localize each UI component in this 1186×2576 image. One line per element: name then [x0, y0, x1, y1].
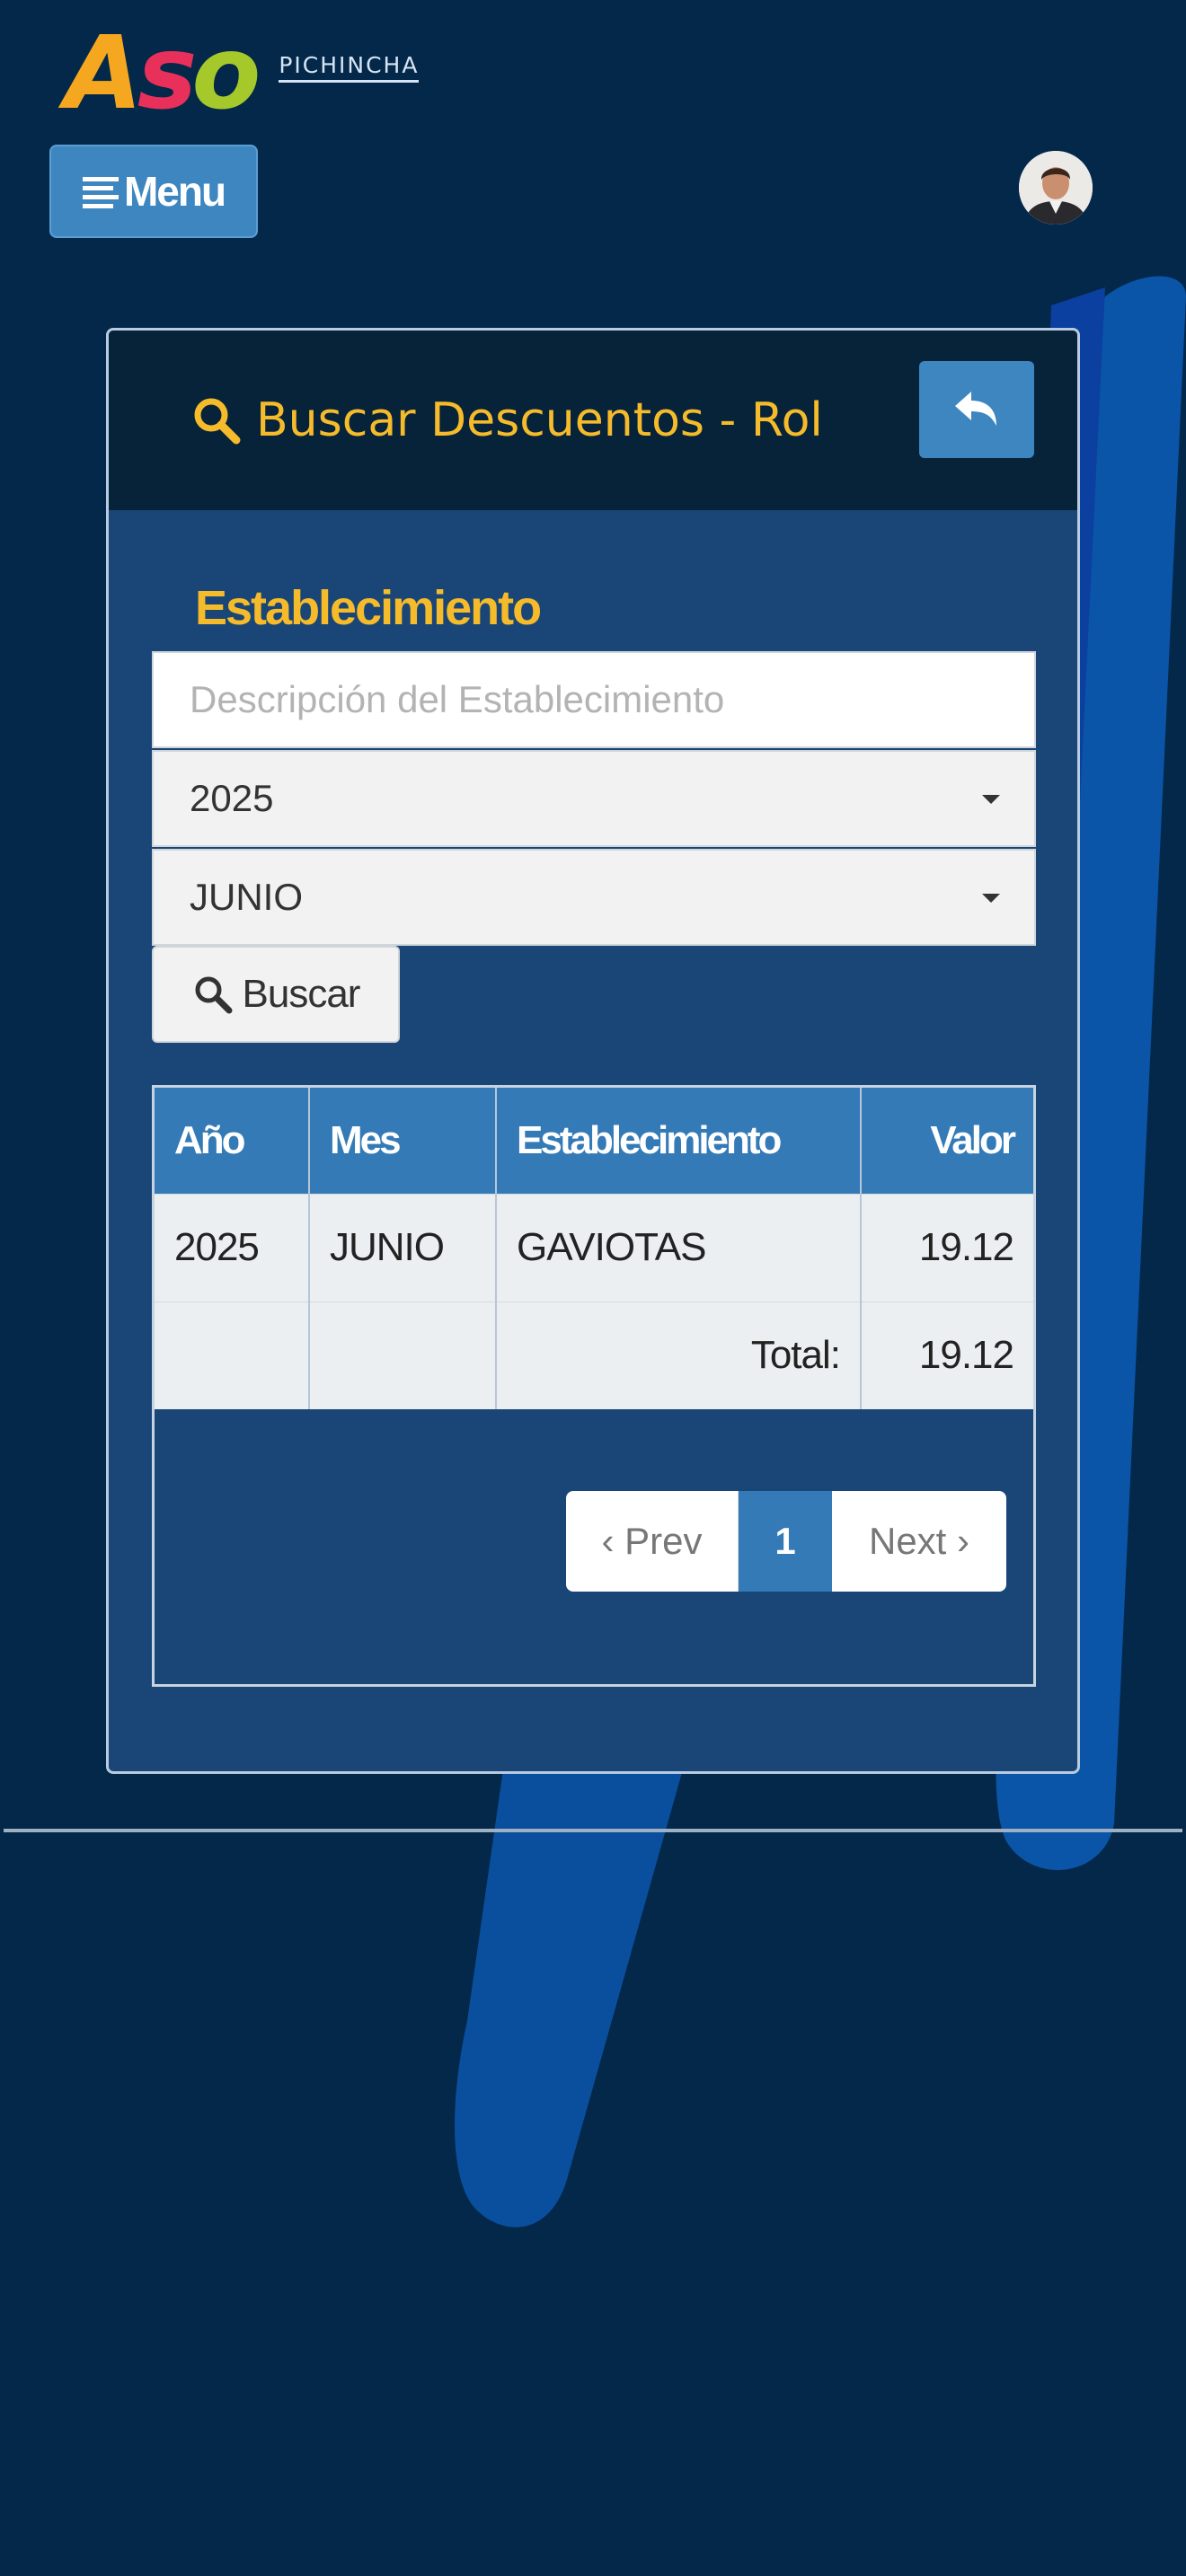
- search-button-label: Buscar: [242, 972, 361, 1016]
- footer-divider: [4, 1829, 1182, 1832]
- user-avatar[interactable]: [1019, 151, 1093, 225]
- year-select-value: 2025: [190, 777, 274, 819]
- month-select-value: JUNIO: [190, 876, 303, 918]
- total-label: Total:: [495, 1301, 861, 1409]
- pagination-page-1[interactable]: 1: [739, 1491, 832, 1592]
- panel-header: Buscar Descuentos - Rol: [109, 331, 1077, 510]
- month-select[interactable]: JUNIO: [152, 849, 1036, 946]
- table-row[interactable]: 2025 JUNIO GAVIOTAS 19.12: [155, 1193, 1033, 1301]
- year-select[interactable]: 2025: [152, 750, 1036, 847]
- menu-label: Menu: [123, 168, 226, 215]
- column-header-month[interactable]: Mes: [308, 1088, 496, 1194]
- cell-empty: [155, 1301, 309, 1409]
- pagination-next[interactable]: Next ›: [832, 1491, 1006, 1592]
- logo-mark: Aso: [65, 15, 261, 132]
- column-header-establishment[interactable]: Establecimiento: [495, 1088, 861, 1194]
- cell-value: 19.12: [860, 1193, 1033, 1301]
- table-header-row: Año Mes Establecimiento Valor: [155, 1088, 1033, 1194]
- brand-logo: Aso PICHINCHA: [65, 7, 420, 132]
- column-header-value[interactable]: Valor: [860, 1088, 1033, 1194]
- establishment-description-input[interactable]: Descripción del Establecimiento: [152, 651, 1036, 748]
- cell-month: JUNIO: [308, 1193, 496, 1301]
- search-panel: Buscar Descuentos - Rol Establecimiento …: [106, 328, 1080, 1774]
- search-button[interactable]: Buscar: [152, 946, 400, 1043]
- table-total-row: Total: 19.12: [155, 1301, 1033, 1409]
- hamburger-icon: [82, 173, 122, 209]
- chevron-down-icon: [982, 795, 1000, 804]
- cell-establishment: GAVIOTAS: [495, 1193, 861, 1301]
- pagination: ‹ Prev 1 Next ›: [566, 1491, 1006, 1592]
- panel-title-text: Buscar Descuentos - Rol: [256, 393, 823, 447]
- pagination-prev[interactable]: ‹ Prev: [566, 1491, 739, 1592]
- menu-button[interactable]: Menu: [49, 145, 258, 238]
- results-table: Año Mes Establecimiento Valor 2025 JUNIO…: [152, 1085, 1036, 1687]
- column-header-year[interactable]: Año: [155, 1088, 309, 1194]
- back-button[interactable]: [919, 361, 1034, 458]
- search-icon: [195, 976, 233, 1014]
- chevron-down-icon: [982, 894, 1000, 903]
- search-icon: [194, 398, 241, 445]
- logo-subtitle: PICHINCHA: [279, 52, 420, 83]
- panel-title: Buscar Descuentos - Rol: [191, 393, 823, 447]
- cell-year: 2025: [155, 1193, 309, 1301]
- cell-empty: [308, 1301, 496, 1409]
- avatar-photo: [1019, 151, 1093, 225]
- total-value: 19.12: [860, 1301, 1033, 1409]
- reply-arrow-icon: [955, 392, 996, 426]
- establishment-label: Establecimiento: [195, 581, 542, 635]
